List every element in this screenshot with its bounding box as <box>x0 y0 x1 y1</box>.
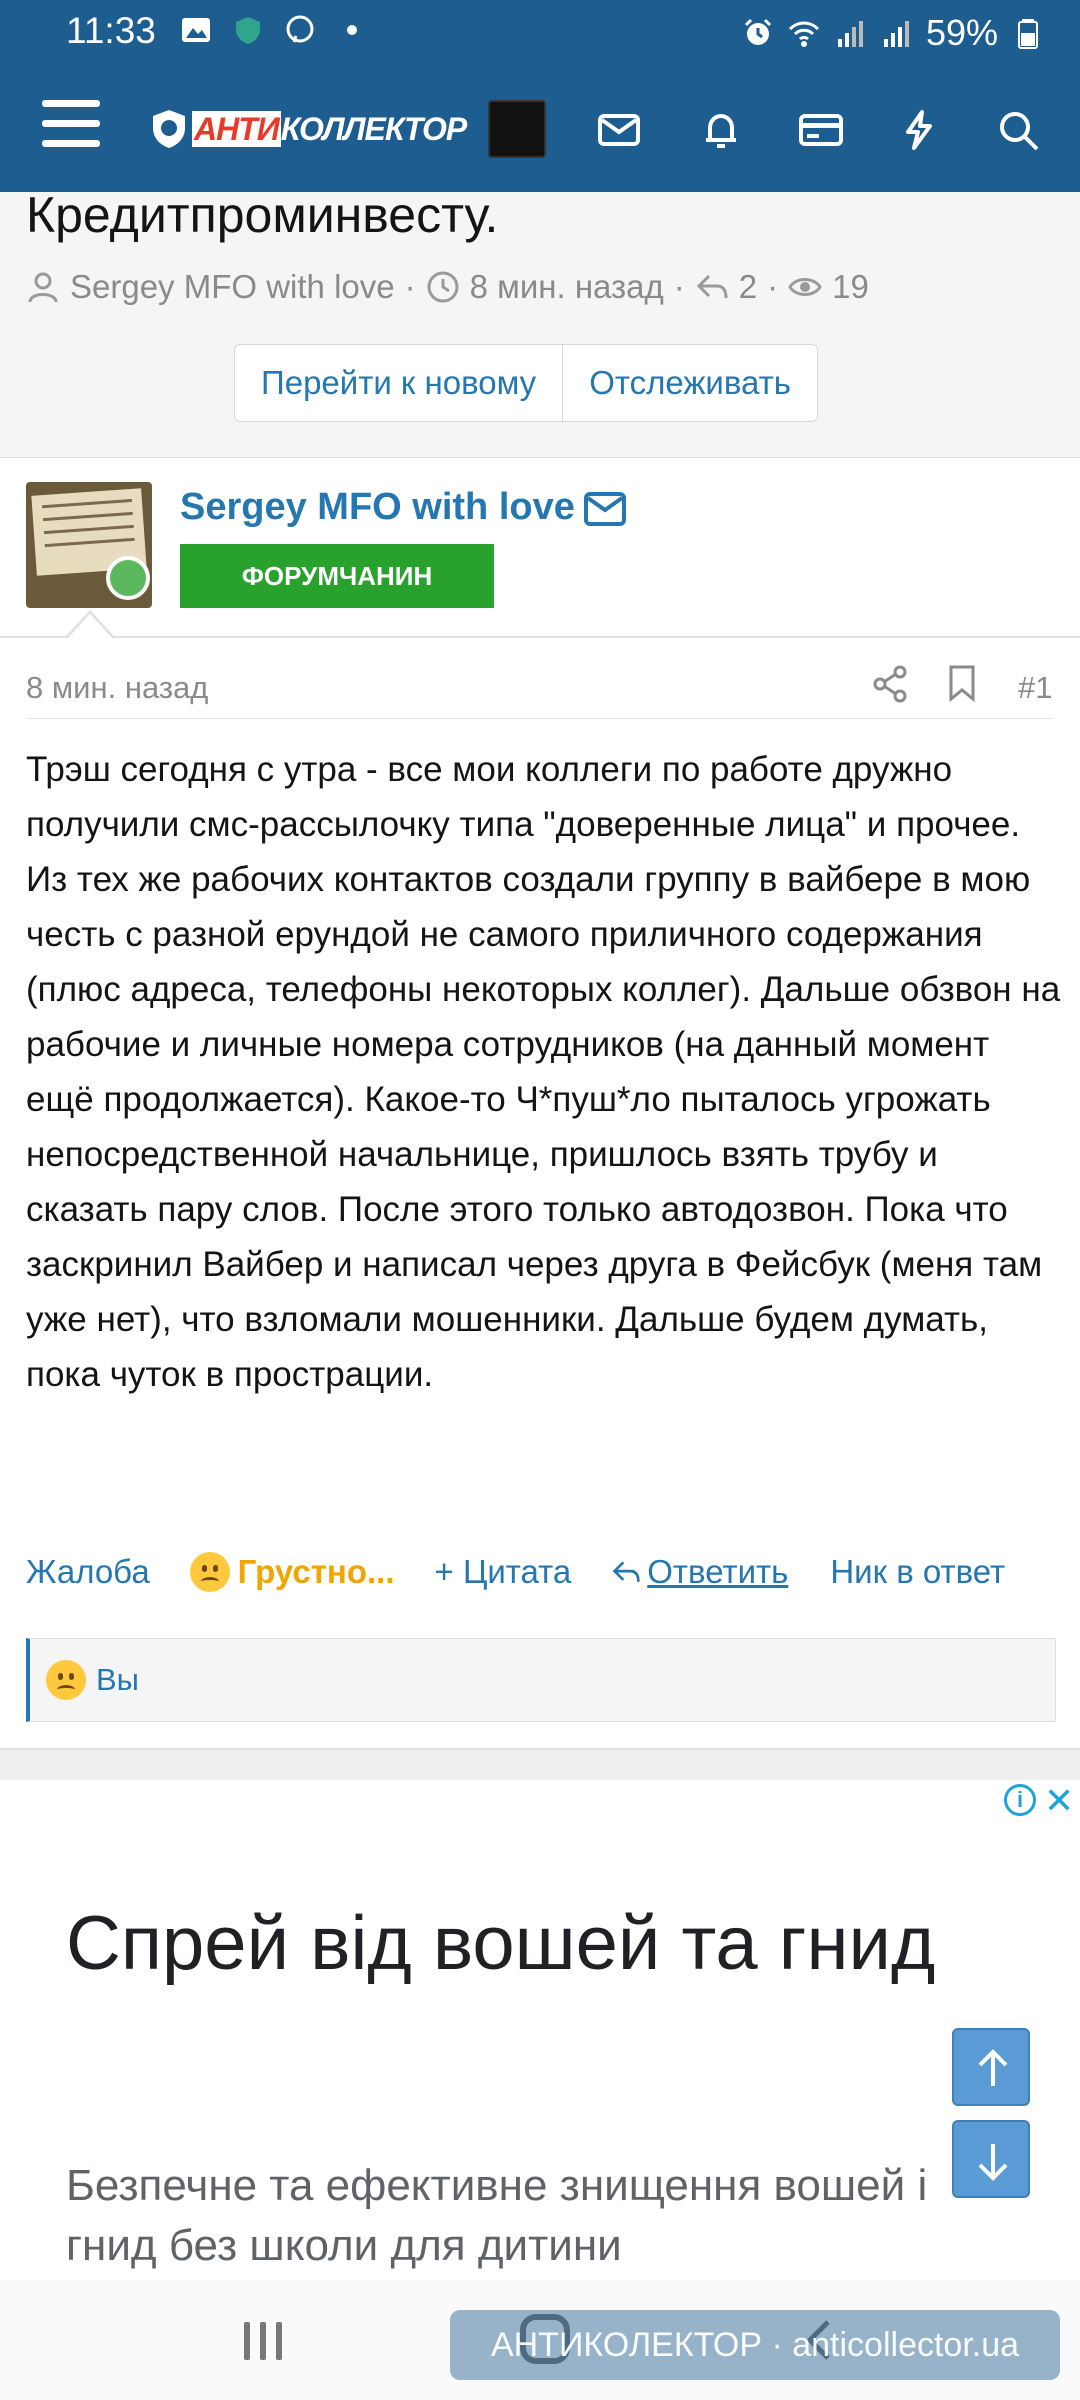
watch-button[interactable]: Отслеживать <box>562 345 817 421</box>
reaction-label: Грустно... <box>237 1553 395 1590</box>
status-bar: 11:33 59% <box>0 0 1080 66</box>
reply-arrow-icon <box>612 1561 640 1582</box>
reply-icon <box>696 274 728 299</box>
account-avatar[interactable] <box>488 100 546 158</box>
arrow-down-icon <box>978 2144 1008 2181</box>
scroll-to-bottom-button[interactable] <box>952 2120 1030 2198</box>
thread-time[interactable]: 8 мин. назад <box>470 268 664 306</box>
reply-count: 2 <box>738 268 758 305</box>
post-number[interactable]: #1 <box>1018 670 1052 706</box>
page-content: Кредитпроминвесту. Sergey MFO with love … <box>0 192 1080 2280</box>
thread-author[interactable]: Sergey MFO with love <box>70 268 395 306</box>
watermark: АНТИКОЛЕКТОР · anticollector.ua <box>450 2310 1060 2380</box>
viber-icon <box>286 15 314 43</box>
thread-title: Кредитпроминвесту. <box>26 192 499 243</box>
recent-apps-icon[interactable] <box>244 2322 282 2360</box>
shield-status-icon <box>236 17 260 44</box>
system-nav-bar: АНТИКОЛЕКТОР · anticollector.ua <box>0 2280 1080 2400</box>
clock-icon <box>427 271 459 303</box>
quote-link[interactable]: + Цитата <box>435 1553 572 1591</box>
lightning-icon[interactable] <box>896 108 942 152</box>
user-icon <box>28 272 58 303</box>
wifi-icon <box>788 21 819 47</box>
status-system-icons: 59% <box>742 12 1044 54</box>
inbox-envelope-icon[interactable] <box>596 108 642 152</box>
gallery-icon <box>182 18 210 42</box>
go-to-new-button[interactable]: Перейти к новому <box>235 345 562 421</box>
post-separator <box>26 718 1054 719</box>
section-divider <box>0 1748 1080 1780</box>
signal-icon-1 <box>837 21 863 47</box>
top-bar: 11:33 59% АНТИКОЛЛЕКТОР <box>0 0 1080 192</box>
user-title-badge: ФОРУМЧАНИН <box>180 544 494 608</box>
mention-link[interactable]: Ник в ответ <box>830 1553 1005 1591</box>
alarm-icon <box>744 18 771 45</box>
post-username[interactable]: Sergey MFO with love <box>180 486 575 529</box>
reaction-button[interactable]: Грустно... <box>189 1552 395 1592</box>
bookmark-icon[interactable] <box>946 664 978 702</box>
post-actions: Жалоба Грустно... + Цитата Ответить Ник … <box>26 1552 1056 1592</box>
online-status-icon <box>106 556 150 600</box>
post-user-block: Sergey MFO with love ФОРУМЧАНИН <box>0 458 1080 638</box>
reactions-bar[interactable]: Вы <box>26 1638 1056 1722</box>
credit-card-icon[interactable] <box>798 108 844 152</box>
ad-headline[interactable]: Спрей від вошей та гнид <box>66 1888 986 2000</box>
ad-subtext[interactable]: Безпечне та ефективне знищення вошей і г… <box>66 2156 1016 2276</box>
report-link[interactable]: Жалоба <box>26 1553 150 1591</box>
status-notification-icons <box>180 14 368 46</box>
hamburger-menu-icon[interactable] <box>42 100 100 150</box>
search-icon[interactable] <box>996 108 1042 152</box>
battery-percent: 59% <box>925 12 998 53</box>
post-time[interactable]: 8 мин. назад <box>26 670 208 706</box>
thread-header: Кредитпроминвесту. Sergey MFO with love … <box>0 192 1080 458</box>
share-icon[interactable] <box>872 664 908 704</box>
scroll-to-top-button[interactable] <box>952 2028 1030 2106</box>
ad-info-icon[interactable]: i <box>1004 1784 1036 1816</box>
advertisement[interactable]: i ✕ Спрей від вошей та гнид Безпечне та … <box>0 1780 1080 2280</box>
logo-shield-icon <box>153 110 185 148</box>
signal-icon-2 <box>883 21 909 47</box>
thread-meta: Sergey MFO with love · 8 мин. назад · 2 … <box>26 268 869 306</box>
sad-emoji-icon <box>46 1660 86 1700</box>
sad-emoji-icon <box>189 1552 230 1592</box>
logo-text-red: АНТИ <box>192 110 281 147</box>
reply-label: Ответить <box>647 1553 789 1590</box>
battery-icon <box>1018 19 1038 49</box>
thread-button-group: Перейти к новому Отслеживать <box>234 344 818 422</box>
message-user-icon[interactable] <box>584 492 626 526</box>
view-count: 19 <box>832 268 869 305</box>
arrow-up-icon <box>978 2049 1008 2086</box>
dot-icon <box>347 25 357 35</box>
reaction-summary: Вы <box>96 1662 139 1697</box>
status-time: 11:33 <box>66 10 156 51</box>
bell-icon[interactable] <box>698 108 744 152</box>
site-logo[interactable]: АНТИКОЛЛЕКТОР <box>150 106 467 152</box>
reply-link[interactable]: Ответить <box>611 1553 788 1591</box>
site-header: АНТИКОЛЛЕКТОР <box>0 66 1080 192</box>
logo-text-white: КОЛЛЕКТОР <box>280 110 467 147</box>
post-body: Трэш сегодня с утра - все мои коллеги по… <box>26 750 1061 1394</box>
eye-icon <box>788 278 822 296</box>
ad-close-icon[interactable]: ✕ <box>1044 1780 1074 1822</box>
